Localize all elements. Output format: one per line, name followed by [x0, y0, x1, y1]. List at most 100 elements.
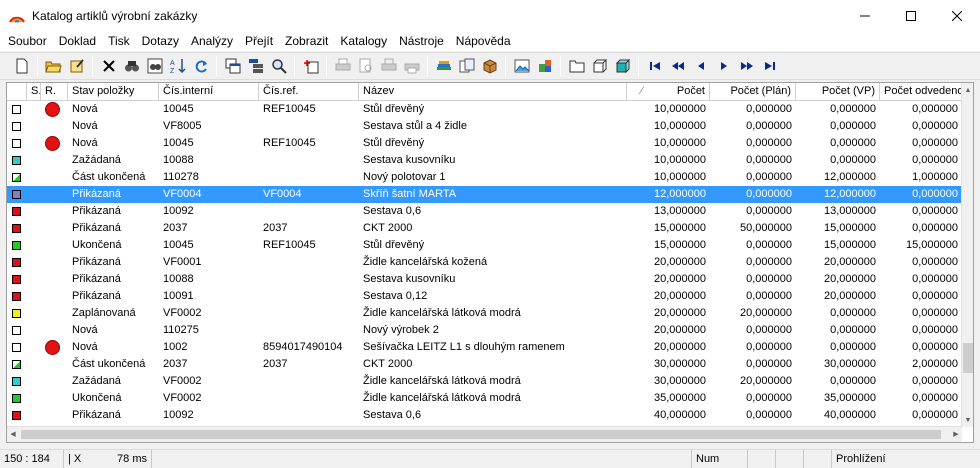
menu-dotazy[interactable]: Dotazy: [136, 31, 185, 51]
cube-white-button[interactable]: [588, 55, 611, 77]
cell-nazev: Sestava kusovníku: [363, 273, 456, 285]
table-row[interactable]: Přikázaná 10091 Sestava 0,12 20,000000 0,000…: [7, 288, 962, 305]
column-header-pocet-odvedeno[interactable]: Počet odvedeno: [880, 83, 962, 101]
horizontal-scroll-thumb[interactable]: [21, 430, 941, 439]
copy-window-button[interactable]: [221, 55, 244, 77]
find-button[interactable]: [120, 55, 143, 77]
menu-prejit[interactable]: Přejít: [239, 31, 279, 51]
table-row[interactable]: Zažádaná VF0002 Židle kancelářská látková …: [7, 373, 962, 390]
cube-teal-button[interactable]: [611, 55, 634, 77]
column-header-r[interactable]: R.: [41, 83, 68, 101]
column-header-pocet-vp[interactable]: Počet (VP): [796, 83, 880, 101]
column-header-cis-interni[interactable]: Čís.interní: [159, 83, 259, 101]
scroll-left-icon[interactable]: ◀: [7, 427, 19, 441]
books-button[interactable]: [432, 55, 455, 77]
table-row[interactable]: Nová 1002 8594017490104 Sešívačka LEITZ L1 …: [7, 339, 962, 356]
table-row[interactable]: Přikázaná 10092 Sestava 0,6 13,000000 0,0000…: [7, 203, 962, 220]
close-button[interactable]: [934, 0, 980, 31]
cell-r: [41, 390, 68, 407]
column-header-pocet[interactable]: ∕ Počet: [627, 83, 710, 101]
zoom-button[interactable]: [267, 55, 290, 77]
delete-icon: [102, 60, 115, 72]
table-row[interactable]: Přikázaná 2037 2037 CKT 2000 15,000000 50,000…: [7, 220, 962, 237]
column-header-nazev[interactable]: Název: [359, 83, 627, 101]
print-button[interactable]: [331, 55, 354, 77]
cell-cis-ref: REF10045: [263, 137, 316, 149]
horizontal-scrollbar[interactable]: ◀ ▶: [7, 426, 962, 442]
insert-button[interactable]: [299, 55, 322, 77]
status-caps: [748, 450, 776, 468]
open-button[interactable]: [42, 55, 65, 77]
column-header-cis-ref[interactable]: Čís.ref.: [259, 83, 359, 101]
menu-analyzy[interactable]: Analýzy: [185, 31, 239, 51]
edit-button[interactable]: [65, 55, 88, 77]
cell-nazev: Židle kancelářská látková modrá: [363, 307, 521, 319]
vertical-scrollbar[interactable]: ▲ ▼: [961, 83, 973, 427]
cell-pocet: 10,000000: [654, 137, 706, 149]
next-page-button[interactable]: [735, 55, 758, 77]
folder-button[interactable]: [565, 55, 588, 77]
menu-nastroje[interactable]: Nástroje: [393, 31, 450, 51]
cell-pocet: 13,000000: [654, 205, 706, 217]
status-color-icon: [12, 360, 21, 369]
sort-icon: AZ: [170, 59, 186, 74]
table-row[interactable]: Zažádaná 10088 Sestava kusovníku 10,000000 0…: [7, 152, 962, 169]
column-header-s[interactable]: S.: [27, 83, 41, 101]
scroll-up-icon[interactable]: ▲: [962, 83, 973, 97]
table-row[interactable]: Ukončená 10045 REF10045 Stůl dřevěný 15,0000…: [7, 237, 962, 254]
cell-pocet-vp: 15,000000: [824, 222, 876, 234]
cell-pocet-plan: 0,000000: [746, 358, 792, 370]
cell-stav: Zaplánovaná: [72, 307, 136, 319]
documents-button[interactable]: [455, 55, 478, 77]
print-disabled-button[interactable]: [377, 55, 400, 77]
articles-grid[interactable]: S. R. Stav položky Čís.interní Čís.ref. …: [6, 82, 974, 443]
table-row[interactable]: Zaplánovaná VF0002 Židle kancelářská látko…: [7, 305, 962, 322]
table-row[interactable]: Přikázaná 10088 Sestava kusovníku 20,000000…: [7, 271, 962, 288]
next-record-button[interactable]: [712, 55, 735, 77]
menu-doklad[interactable]: Doklad: [53, 31, 102, 51]
scroll-right-icon[interactable]: ▶: [950, 427, 962, 441]
cell-pocet-vp: 20,000000: [824, 256, 876, 268]
tree-view-button[interactable]: [244, 55, 267, 77]
cell-nazev: Sestava 0,12: [363, 290, 428, 302]
scroll-down-icon[interactable]: ▼: [962, 413, 973, 427]
menu-napoveda[interactable]: Nápověda: [450, 31, 517, 51]
column-header-stav[interactable]: Stav položky: [68, 83, 159, 101]
table-row[interactable]: Nová 110275 Nový výrobek 2 20,000000 0,00000…: [7, 322, 962, 339]
prev-record-button[interactable]: [689, 55, 712, 77]
print-preview-button[interactable]: [354, 55, 377, 77]
column-header-check[interactable]: [7, 83, 27, 101]
table-row[interactable]: Přikázaná VF0004 VF0004 Skříň šatní MARTA 12…: [7, 186, 962, 203]
table-row[interactable]: Přikázaná 10092 Sestava 0,6 40,000000 0,0000…: [7, 407, 962, 424]
table-row[interactable]: Ukončená VF0002 Židle kancelářská látková …: [7, 390, 962, 407]
package-button[interactable]: [478, 55, 501, 77]
refresh-button[interactable]: [189, 55, 212, 77]
first-record-button[interactable]: [643, 55, 666, 77]
table-row[interactable]: Nová 10045 REF10045 Stůl dřevěný 10,000000 0,…: [7, 101, 962, 118]
delete-button[interactable]: [97, 55, 120, 77]
last-record-button[interactable]: [758, 55, 781, 77]
table-row[interactable]: Část ukončená 2037 2037 CKT 2000 30,000000 0,…: [7, 356, 962, 373]
table-row[interactable]: Nová VF8005 Sestava stůl a 4 židle 10,00000…: [7, 118, 962, 135]
prev-page-button[interactable]: [666, 55, 689, 77]
cell-cis-interni: 110275: [163, 324, 199, 336]
cell-stav: Přikázaná: [72, 256, 121, 268]
table-row[interactable]: Přikázaná VF0001 Židle kancelářská kožená 2…: [7, 254, 962, 271]
find-column-button[interactable]: [143, 55, 166, 77]
gallery-button[interactable]: [510, 55, 533, 77]
print-setup-button[interactable]: [400, 55, 423, 77]
table-row[interactable]: Nová 10045 REF10045 Stůl dřevěný 10,000000 0,…: [7, 135, 962, 152]
table-row[interactable]: Část ukončená 110278 Nový polotovar 1 10,00…: [7, 169, 962, 186]
menu-tisk[interactable]: Tisk: [102, 31, 136, 51]
sort-button[interactable]: AZ: [166, 55, 189, 77]
new-document-button[interactable]: [10, 55, 33, 77]
cell-pocet: 35,000000: [654, 392, 706, 404]
menu-katalogy[interactable]: Katalogy: [334, 31, 393, 51]
minimize-button[interactable]: [842, 0, 888, 31]
menu-zobrazit[interactable]: Zobrazit: [279, 31, 334, 51]
puzzle-button[interactable]: [533, 55, 556, 77]
vertical-scroll-thumb[interactable]: [963, 343, 973, 373]
menu-soubor[interactable]: Soubor: [2, 31, 53, 51]
maximize-button[interactable]: [888, 0, 934, 31]
column-header-pocet-plan[interactable]: Počet (Plán): [710, 83, 796, 101]
